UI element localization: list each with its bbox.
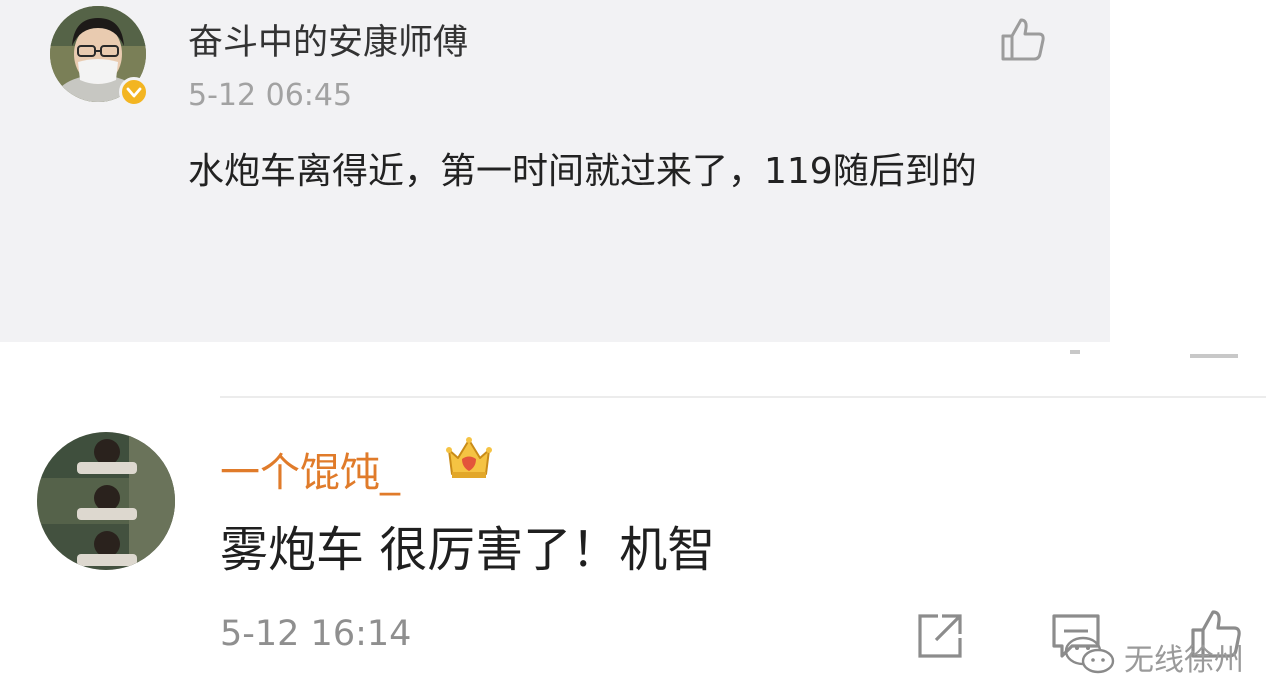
comment-card-1: 奋斗中的安康师傅 5-12 06:45 水炮车离得近，第一时间就过来了，119随… [0, 0, 1110, 342]
watermark: 无线徐州 [1062, 634, 1244, 680]
comment-author[interactable]: 一个馄饨_ [220, 440, 400, 498]
watermark-text: 无线徐州 [1124, 643, 1244, 678]
comment-author[interactable]: 奋斗中的安康师傅 [188, 14, 468, 65]
wechat-logo-icon [1062, 633, 1118, 681]
comment-text: 雾炮车 很厉害了！机智 [220, 522, 716, 578]
background-strip [1110, 0, 1266, 342]
crown-icon [443, 432, 495, 484]
share-icon[interactable] [914, 610, 966, 662]
avatar[interactable] [37, 432, 175, 570]
comment-timestamp: 5-12 16:14 [220, 614, 412, 654]
verified-badge-icon [119, 77, 149, 107]
partial-icon-fragment [1070, 350, 1080, 354]
comment-text: 水炮车离得近，第一时间就过来了，119随后到的 [188, 151, 977, 192]
like-icon[interactable] [998, 14, 1048, 64]
comment-timestamp: 5-12 06:45 [188, 78, 353, 113]
partial-icon-fragment [1190, 354, 1238, 358]
